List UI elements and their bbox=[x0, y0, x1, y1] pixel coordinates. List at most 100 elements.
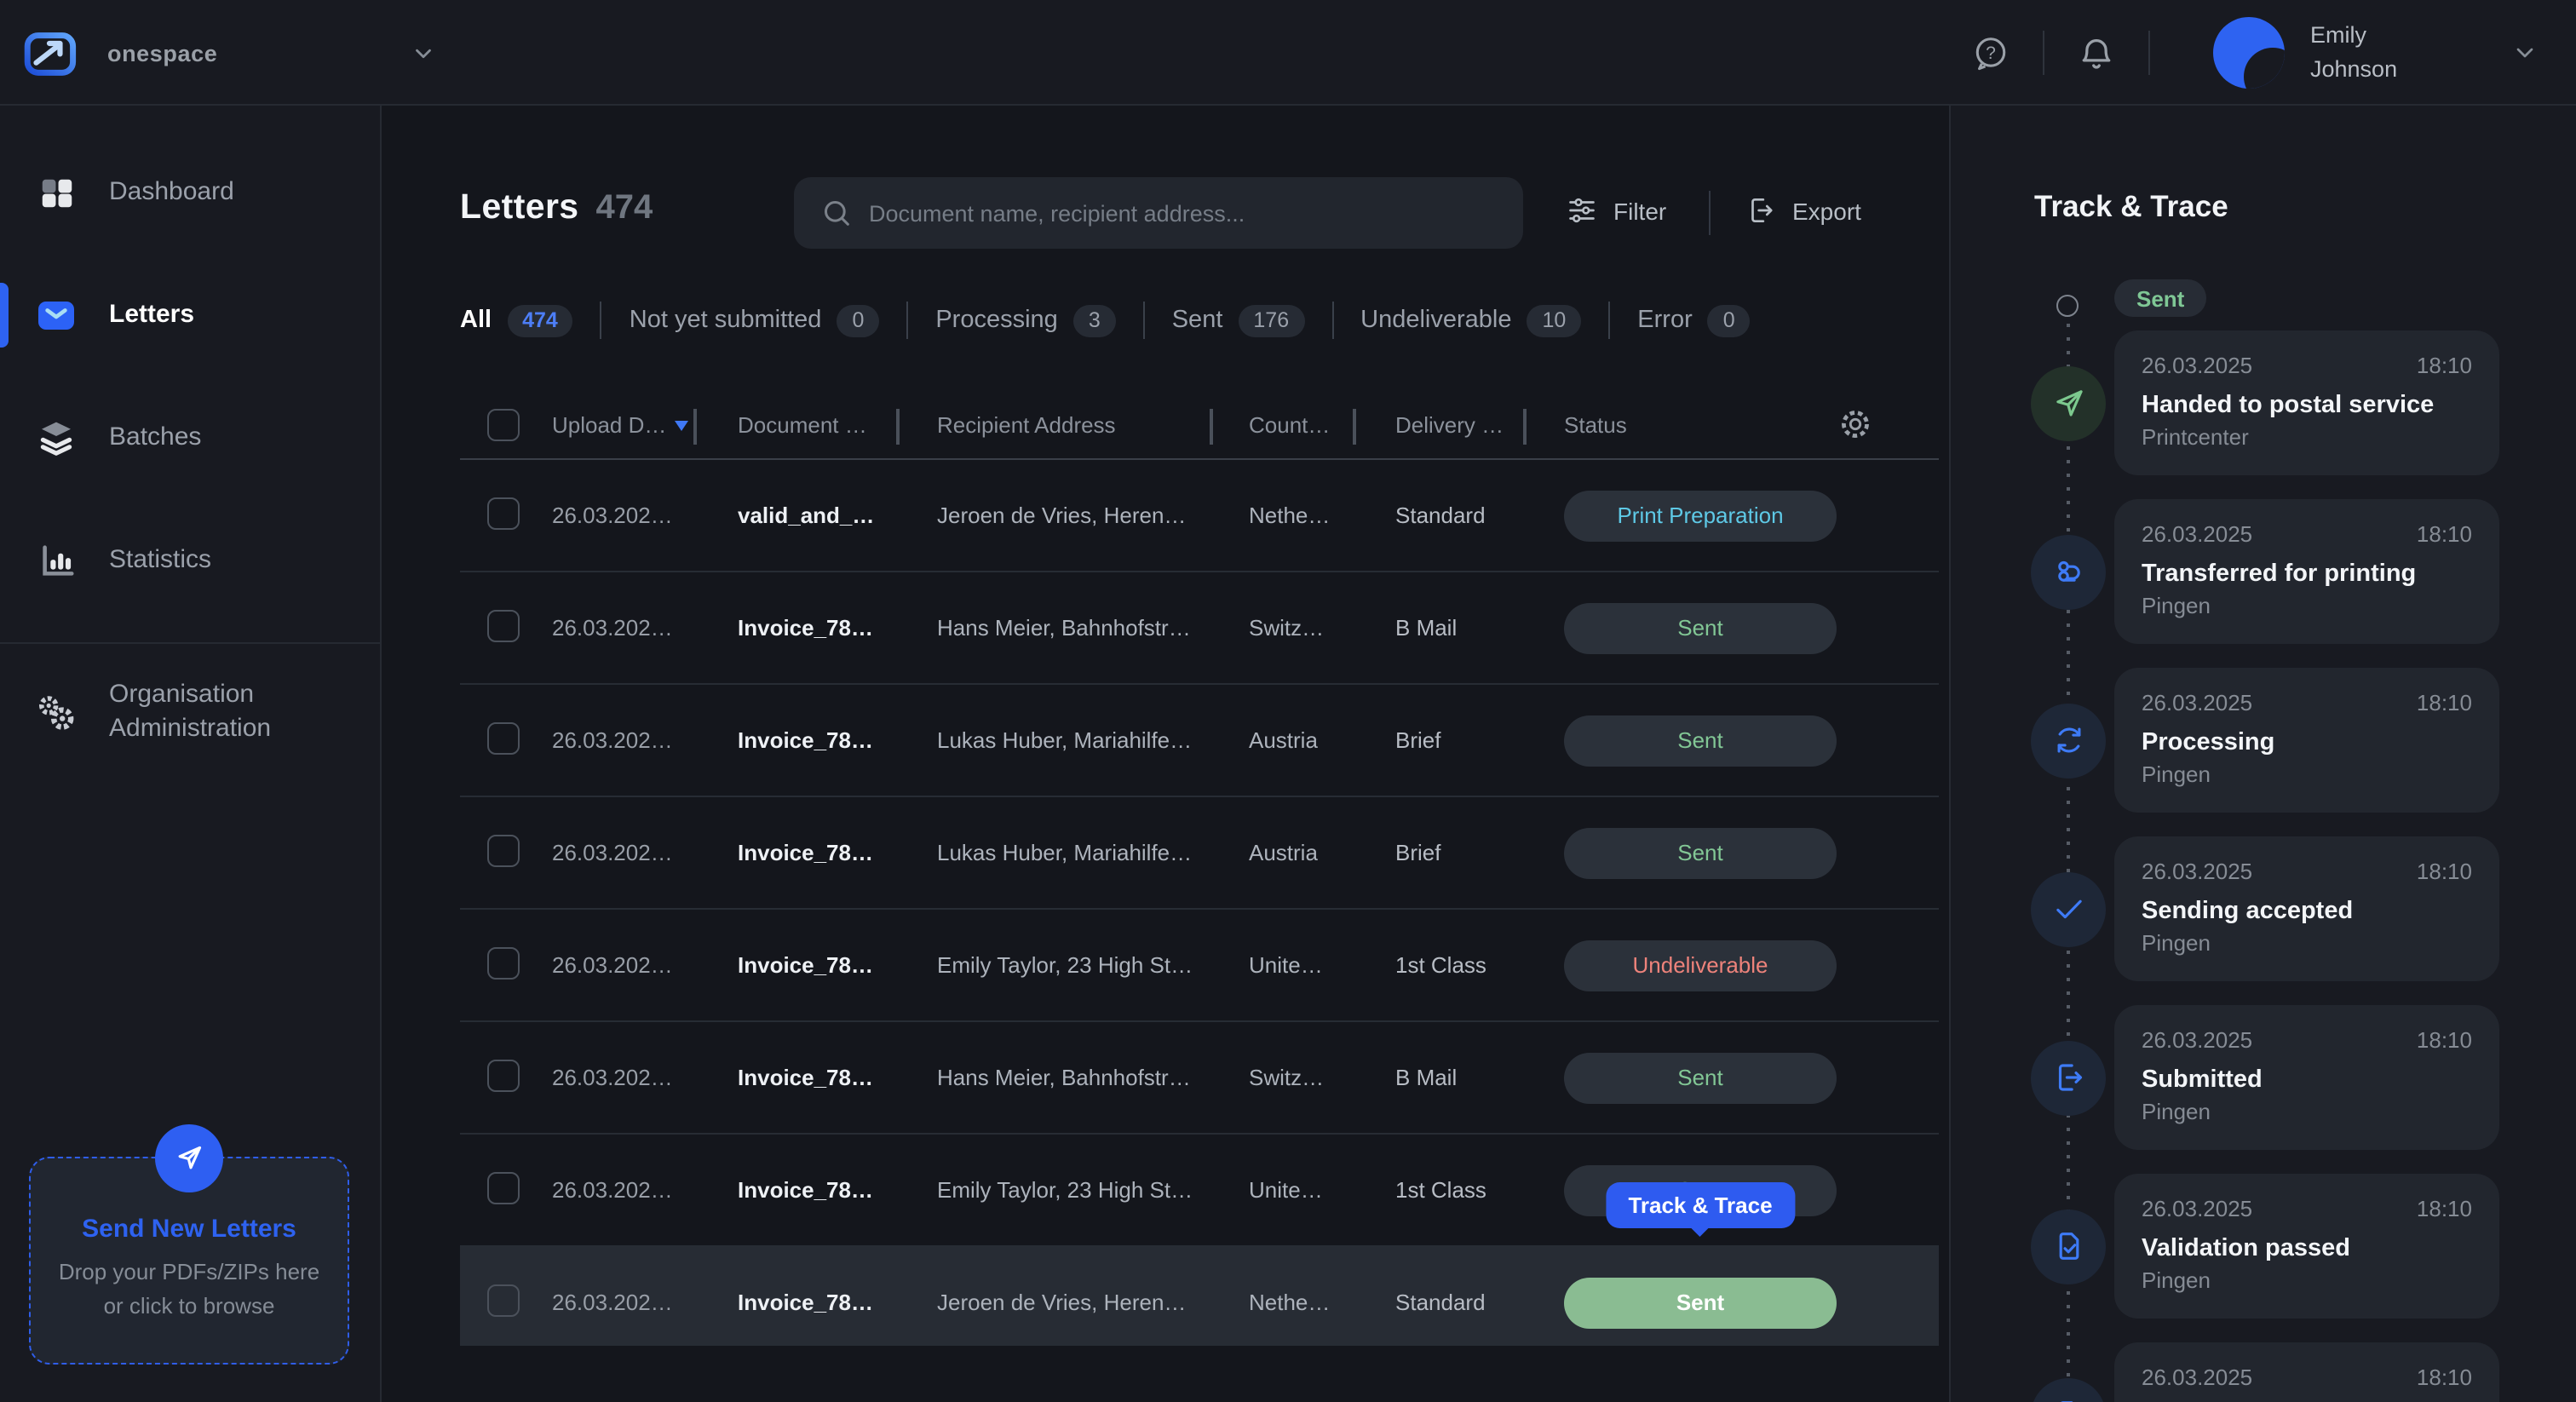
status-badge: Undeliverable bbox=[1564, 939, 1837, 991]
cell-country: Nethe… bbox=[1249, 1290, 1395, 1315]
cell-delivery-product: Brief bbox=[1395, 727, 1564, 753]
table-row[interactable]: 26.03.202…Invoice_78…Hans Meier, Bahnhof… bbox=[460, 572, 1939, 685]
status-badge: Sent bbox=[1564, 827, 1837, 878]
table-row[interactable]: 26.03.202…Invoice_78…Jeroen de Vries, He… bbox=[460, 1247, 1939, 1346]
column-header-label: Count… bbox=[1249, 412, 1330, 438]
table-row[interactable]: 26.03.202…Invoice_78…Lukas Huber, Mariah… bbox=[460, 685, 1939, 797]
row-checkbox[interactable] bbox=[487, 1059, 520, 1091]
column-header-label: Delivery … bbox=[1395, 412, 1504, 438]
tab-divider bbox=[601, 302, 602, 339]
doc-out-icon bbox=[2031, 1040, 2106, 1115]
row-checkbox[interactable] bbox=[487, 1171, 520, 1204]
column-header-count[interactable]: Count… bbox=[1249, 412, 1395, 438]
cell-country: Switz… bbox=[1249, 1065, 1395, 1090]
help-button[interactable]: ? bbox=[1971, 33, 2010, 72]
column-header-document[interactable]: Document … bbox=[738, 412, 937, 438]
avatar[interactable] bbox=[2213, 17, 2285, 89]
row-checkbox[interactable] bbox=[487, 609, 520, 641]
export-label: Export bbox=[1792, 197, 1861, 224]
notifications-button[interactable] bbox=[2077, 33, 2116, 72]
track-panel: Track & Trace Sent 26.03.202518:10Handed… bbox=[1949, 106, 2576, 1402]
table-row[interactable]: 26.03.202…Invoice_78…Lukas Huber, Mariah… bbox=[460, 797, 1939, 910]
status-badge: Sent bbox=[1564, 602, 1837, 653]
sidebar-item-batches[interactable]: Batches bbox=[0, 397, 380, 479]
cell-recipient-address: Emily Taylor, 23 High St… bbox=[937, 1177, 1249, 1203]
sidebar-item-statistics[interactable]: Statistics bbox=[0, 520, 380, 601]
event-datetime: 26.03.202518:10 bbox=[2142, 1196, 2472, 1221]
event-date: 26.03.2025 bbox=[2142, 1027, 2252, 1053]
tab-all[interactable]: All474 bbox=[460, 304, 573, 336]
cell-delivery-product: Standard bbox=[1395, 503, 1564, 528]
event-time: 18:10 bbox=[2417, 353, 2472, 378]
sidebar: Dashboard Letters Batches Statistics Organis… bbox=[0, 106, 382, 1402]
row-checkbox[interactable] bbox=[487, 1284, 520, 1316]
column-divider bbox=[693, 409, 696, 445]
sidebar-item-label: Batches bbox=[109, 421, 201, 456]
row-select-cell bbox=[487, 609, 552, 646]
cell-upload-date: 26.03.202… bbox=[552, 727, 738, 753]
cell-document-name: Invoice_78… bbox=[738, 840, 937, 865]
workspace-switcher[interactable]: onespace bbox=[22, 0, 435, 106]
filter-button[interactable]: Filter bbox=[1566, 194, 1666, 227]
send-new-letters-dropzone[interactable]: Send New Letters Drop your PDFs/ZIPs her… bbox=[29, 1157, 349, 1365]
event-title: Validation passed bbox=[2142, 1235, 2472, 1262]
row-checkbox[interactable] bbox=[487, 834, 520, 866]
cell-upload-date: 26.03.202… bbox=[552, 952, 738, 978]
event-datetime: 26.03.202518:10 bbox=[2142, 690, 2472, 715]
cell-status: Print Preparation bbox=[1564, 490, 1837, 541]
dropzone-hint: Drop your PDFs/ZIPs here or click to bro… bbox=[31, 1255, 348, 1324]
column-header-delivery[interactable]: Delivery … bbox=[1395, 412, 1564, 438]
event-source: Pingen bbox=[2142, 593, 2472, 618]
export-icon bbox=[1745, 194, 1777, 227]
sidebar-item-dashboard[interactable]: Dashboard bbox=[0, 152, 380, 233]
filter-icon bbox=[1566, 194, 1598, 227]
select-all-checkbox[interactable] bbox=[487, 409, 520, 441]
tab-sent[interactable]: Sent176 bbox=[1172, 304, 1304, 336]
track-event-card: 26.03.202518:10Handed to postal serviceP… bbox=[2114, 330, 2499, 475]
export-button[interactable]: Export bbox=[1745, 194, 1861, 227]
topbar-divider bbox=[2043, 31, 2044, 75]
event-source: Pingen bbox=[2142, 761, 2472, 787]
column-header-status[interactable]: Status bbox=[1564, 412, 1837, 438]
printer-icon bbox=[2031, 534, 2106, 609]
chevron-down-icon bbox=[410, 40, 435, 66]
cell-country: Unite… bbox=[1249, 1177, 1395, 1203]
column-header-recipient-address[interactable]: Recipient Address bbox=[937, 412, 1249, 438]
table-row[interactable]: 26.03.202…valid_and_…Jeroen de Vries, He… bbox=[460, 460, 1939, 572]
tab-not-yet-submitted[interactable]: Not yet submitted0 bbox=[630, 304, 880, 336]
user-menu-chevron-down-icon[interactable] bbox=[2511, 39, 2539, 66]
event-datetime: 26.03.202518:10 bbox=[2142, 1365, 2472, 1390]
cell-status: Undeliverable bbox=[1564, 939, 1837, 991]
column-header-upload-d[interactable]: Upload D… bbox=[552, 412, 738, 438]
row-checkbox[interactable] bbox=[487, 497, 520, 529]
row-select-cell bbox=[487, 1171, 552, 1209]
track-event-card: 26.03.202518:10Validation passedPingen bbox=[2114, 1174, 2499, 1319]
table-settings-button[interactable] bbox=[1837, 405, 1874, 443]
track-event-card: 26.03.202518:10 bbox=[2114, 1342, 2499, 1402]
tab-undeliverable[interactable]: Undeliverable10 bbox=[1360, 304, 1581, 336]
row-checkbox[interactable] bbox=[487, 721, 520, 754]
search-input[interactable] bbox=[794, 177, 1523, 249]
tab-error[interactable]: Error0 bbox=[1637, 304, 1750, 336]
batches-icon bbox=[36, 417, 77, 458]
sidebar-item-letters[interactable]: Letters bbox=[0, 274, 380, 356]
event-title: Processing bbox=[2142, 729, 2472, 756]
doc-check-icon bbox=[2031, 1209, 2106, 1284]
table-row[interactable]: 26.03.202…Invoice_78…Hans Meier, Bahnhof… bbox=[460, 1022, 1939, 1135]
event-title: Sending accepted bbox=[2142, 898, 2472, 925]
event-source: Printcenter bbox=[2142, 424, 2472, 450]
tab-processing[interactable]: Processing3 bbox=[935, 304, 1115, 336]
table-row[interactable]: 26.03.202…Invoice_78…Emily Taylor, 23 Hi… bbox=[460, 910, 1939, 1022]
cell-document-name: Invoice_78… bbox=[738, 1290, 937, 1315]
cell-status: Sent bbox=[1564, 715, 1837, 766]
event-date: 26.03.2025 bbox=[2142, 690, 2252, 715]
select-all-cell bbox=[487, 409, 552, 441]
tab-label: Error bbox=[1637, 307, 1692, 334]
cell-upload-date: 26.03.202… bbox=[552, 1177, 738, 1203]
column-header-label: Recipient Address bbox=[937, 412, 1116, 438]
topbar: onespace ? Emily Johnson bbox=[0, 0, 2576, 106]
row-checkbox[interactable] bbox=[487, 946, 520, 979]
main-content: Letters 474 Filter Export All474Not y bbox=[382, 106, 1949, 1402]
sidebar-item-organisation-administration[interactable]: Organisation Administration bbox=[0, 671, 380, 753]
paper-plane-icon bbox=[155, 1124, 223, 1192]
